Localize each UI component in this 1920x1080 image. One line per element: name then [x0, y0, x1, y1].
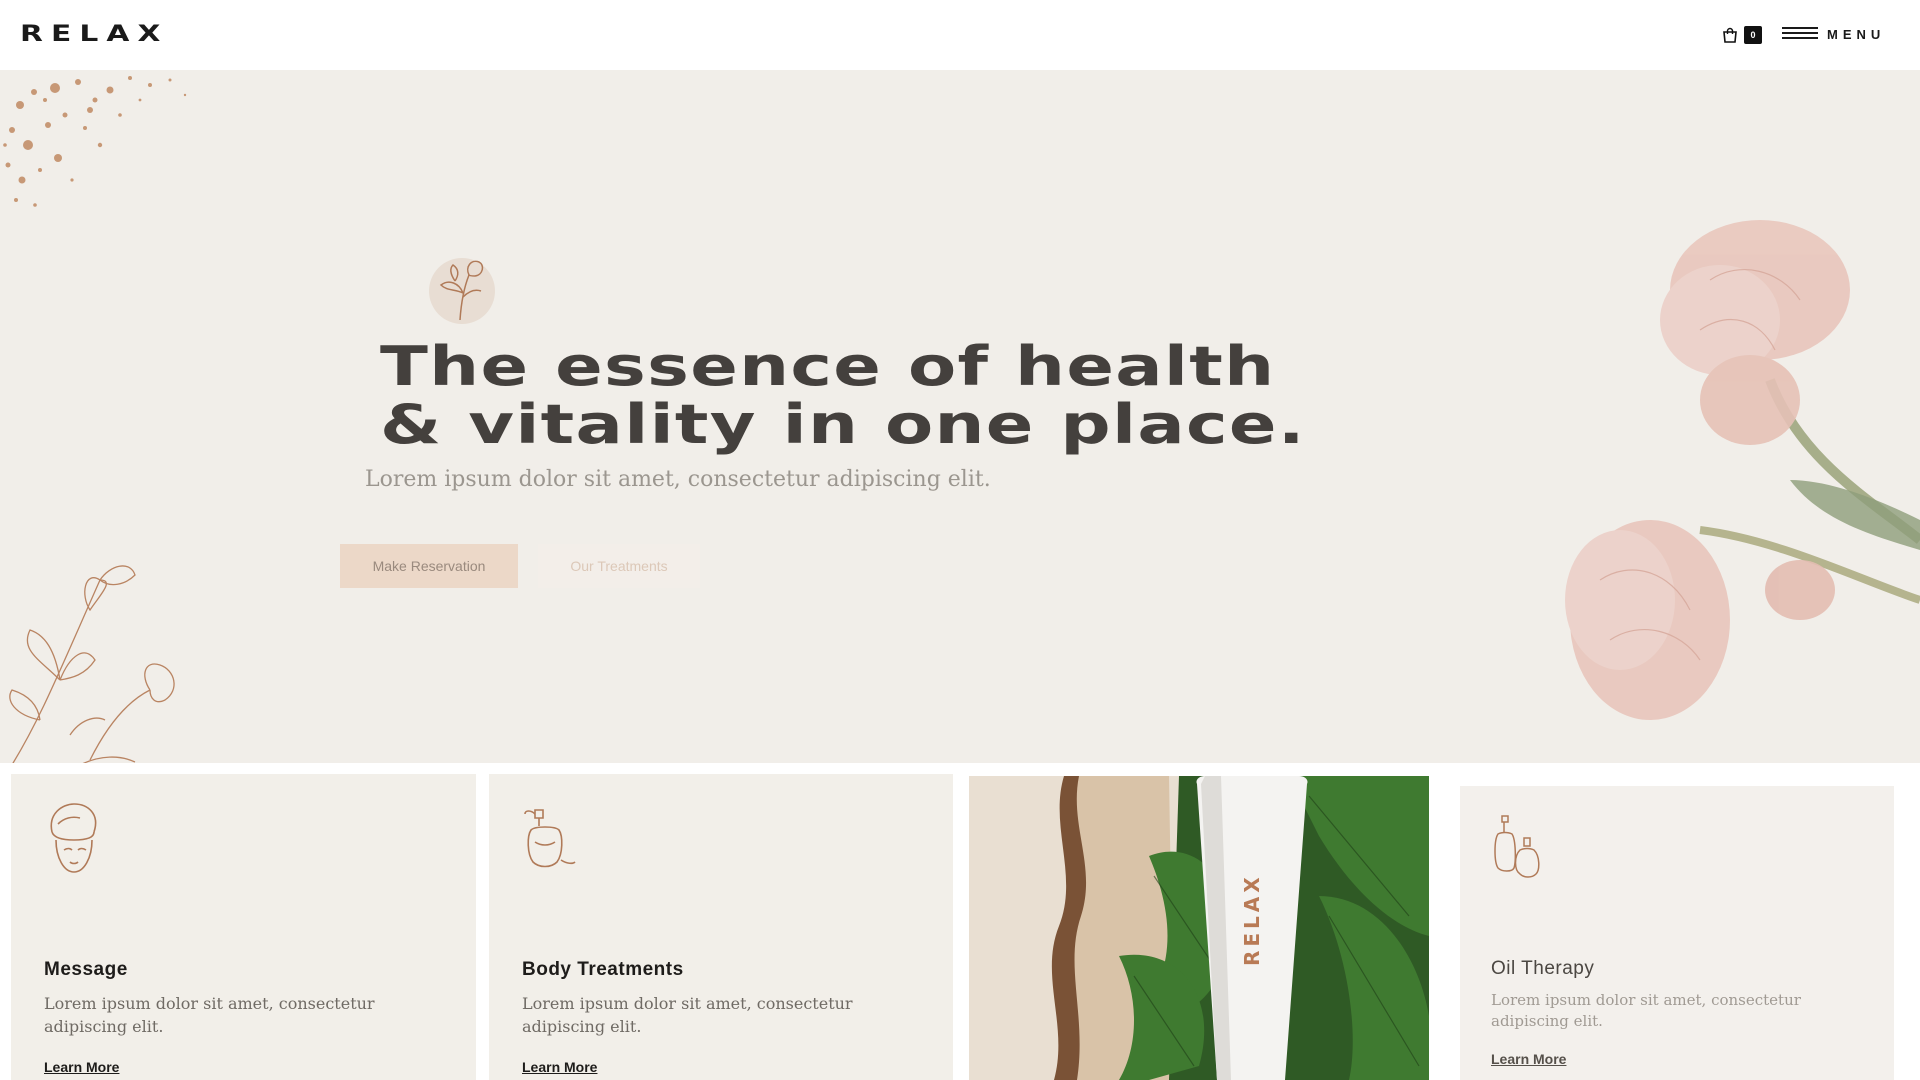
hero-headline-line-1: The essence of health [380, 335, 1276, 398]
hero-headline: The essence of health & vitality in one … [380, 338, 1628, 454]
paint-splatter-decoration [3, 76, 187, 207]
oil-bottles-icon [1494, 815, 1540, 878]
product-photo: RELAX [969, 776, 1429, 1080]
hero-subhead: Lorem ipsum dolor sit amet, consectetur … [365, 467, 991, 492]
card-description: Lorem ipsum dolor sit amet, consectetur … [44, 994, 375, 1036]
learn-more-link[interactable]: Learn More [44, 1059, 119, 1075]
perfume-bottle-icon [524, 809, 576, 868]
service-card-message: Message Lorem ipsum dolor sit amet, cons… [11, 774, 476, 1080]
cart-count-badge: 0 [1744, 26, 1762, 44]
menu-button[interactable]: MENU [1782, 24, 1892, 46]
site-logo[interactable]: RELAX [20, 22, 168, 47]
card-description: Lorem ipsum dolor sit amet, consectetur … [1491, 991, 1801, 1030]
rose-icon [429, 258, 495, 324]
menu-label: MENU [1827, 27, 1886, 42]
hero-section: The essence of health & vitality in one … [0, 70, 1920, 763]
product-photo-illustration: RELAX [969, 776, 1429, 1080]
card-title: Oil Therapy [1491, 958, 1595, 979]
cart-button[interactable]: 0 [1722, 26, 1764, 44]
site-header: RELAX 0 MENU [0, 0, 1920, 70]
hero-headline-line-2: & vitality in one place. [380, 393, 1306, 456]
shopping-bag-icon [1723, 27, 1737, 43]
pink-tulips-decoration [1565, 220, 1920, 720]
card-description: Lorem ipsum dolor sit amet, consectetur … [522, 994, 853, 1036]
service-card-body-treatments: Body Treatments Lorem ipsum dolor sit am… [489, 774, 953, 1080]
service-card-oil-therapy: Oil Therapy Lorem ipsum dolor sit amet, … [1460, 786, 1894, 1080]
towel-face-icon [50, 803, 97, 873]
card-title: Message [44, 959, 128, 980]
hamburger-icon [1782, 27, 1818, 43]
line-art-flowers-decoration [9, 565, 175, 763]
our-treatments-button[interactable]: Our Treatments [538, 544, 700, 588]
make-reservation-button[interactable]: Make Reservation [340, 544, 518, 588]
learn-more-link[interactable]: Learn More [1491, 1051, 1566, 1067]
card-title: Body Treatments [522, 959, 684, 980]
tube-label: RELAX [1240, 873, 1264, 966]
learn-more-link[interactable]: Learn More [522, 1059, 597, 1075]
